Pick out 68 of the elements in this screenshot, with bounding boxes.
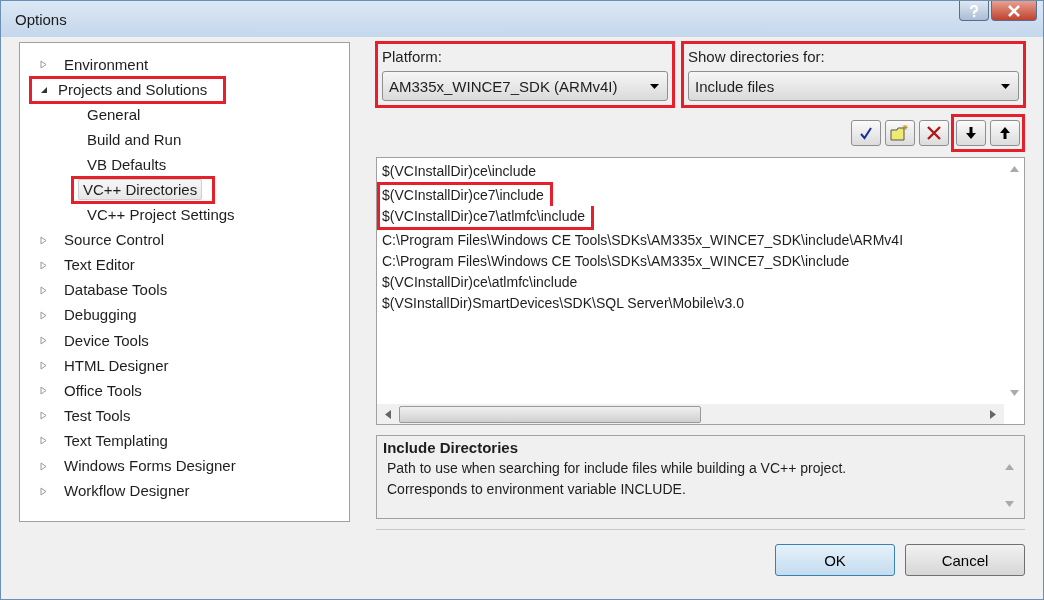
horizontal-scrollbar[interactable] <box>377 404 1004 424</box>
directory-type-label: Show directories for: <box>688 48 826 65</box>
tree-item[interactable]: VC++ Project Settings <box>82 204 240 227</box>
scroll-thumb[interactable] <box>399 405 701 423</box>
tree-item[interactable]: Build and Run <box>82 128 187 151</box>
dropdown-arrow-icon <box>1001 83 1010 89</box>
expanded-triangle-icon[interactable] <box>40 85 48 94</box>
ok-button[interactable]: OK <box>775 544 895 576</box>
tree-item[interactable]: Text Editor <box>60 254 139 277</box>
description-text: Path to use when searching for include files while building a VC++ project. Corresponds to environment variable INCLUDE. <box>386 459 848 499</box>
collapsed-triangle-icon[interactable] <box>40 260 48 270</box>
scroll-down-arrow-icon[interactable] <box>1004 501 1014 507</box>
collapsed-triangle-icon[interactable] <box>40 461 48 471</box>
description-title: Include Directories <box>383 439 520 456</box>
collapsed-triangle-icon[interactable] <box>40 311 48 320</box>
tree-item[interactable]: HTML Designer <box>60 354 173 377</box>
platform-label: Platform: <box>382 48 443 65</box>
tree-item[interactable]: Source Control <box>60 229 169 252</box>
tree-item[interactable]: VB Defaults <box>82 153 172 176</box>
scroll-down-arrow-icon[interactable] <box>1009 390 1019 396</box>
scroll-up-arrow-icon[interactable] <box>1004 464 1014 470</box>
collapsed-triangle-icon[interactable] <box>40 336 48 346</box>
directory-entry[interactable]: $(VCInstallDir)ce\atlmfc\include <box>380 274 578 290</box>
dropdown-arrow-icon <box>650 83 659 89</box>
tree-item[interactable]: General <box>82 103 146 126</box>
close-button[interactable] <box>991 1 1037 21</box>
tree-item[interactable]: VC++ Directories <box>78 179 203 200</box>
collapsed-triangle-icon[interactable] <box>40 386 48 396</box>
directory-entry[interactable]: $(VCInstallDir)ce\include <box>380 163 537 179</box>
scroll-left-arrow-icon[interactable] <box>385 409 391 419</box>
directory-entry[interactable]: $(VSInstallDir)SmartDevices\SDK\SQL Server\Mobile\v3.0 <box>380 295 745 311</box>
folder-icon <box>890 124 910 142</box>
collapsed-triangle-icon[interactable] <box>40 486 48 496</box>
collapsed-triangle-icon[interactable] <box>40 285 48 295</box>
tree-item[interactable]: Database Tools <box>60 279 172 302</box>
scroll-right-arrow-icon[interactable] <box>990 409 996 419</box>
help-button[interactable] <box>959 1 989 21</box>
tree-item[interactable]: Test Tools <box>60 404 135 427</box>
directory-entry[interactable]: C:\Program Files\Windows CE Tools\SDKs\AM335x_WINCE7_SDK\include\ARMv4I <box>380 232 904 248</box>
tree-item[interactable]: Debugging <box>60 304 141 327</box>
delete-x-icon <box>926 125 942 141</box>
collapsed-triangle-icon[interactable] <box>40 361 48 371</box>
help-icon <box>967 3 981 18</box>
window-title: Options <box>15 10 67 28</box>
tree-item[interactable]: Projects and Solutions <box>30 76 226 103</box>
collapsed-triangle-icon[interactable] <box>40 411 48 421</box>
collapsed-triangle-icon[interactable] <box>40 60 48 70</box>
move-up-button[interactable] <box>990 120 1020 146</box>
tree-item[interactable]: Device Tools <box>60 329 153 352</box>
checkmark-icon <box>858 125 874 141</box>
move-down-button[interactable] <box>956 120 986 146</box>
cancel-button[interactable]: Cancel <box>905 544 1025 576</box>
tree-item[interactable]: Workflow Designer <box>60 480 194 503</box>
tree-item[interactable]: Text Templating <box>60 429 172 452</box>
tree-item[interactable]: Office Tools <box>60 379 146 402</box>
tree-item[interactable]: Windows Forms Designer <box>60 455 240 478</box>
platform-dropdown[interactable]: AM335x_WINCE7_SDK (ARMv4I) <box>382 71 668 101</box>
close-icon <box>1007 4 1021 17</box>
down-arrow-icon <box>966 127 976 139</box>
check-button[interactable] <box>851 120 881 146</box>
scroll-up-arrow-icon[interactable] <box>1009 166 1019 172</box>
collapsed-triangle-icon[interactable] <box>40 235 48 245</box>
delete-button[interactable] <box>919 120 949 146</box>
tree-item[interactable]: Environment <box>60 53 153 76</box>
up-arrow-icon <box>1000 127 1010 139</box>
collapsed-triangle-icon[interactable] <box>40 436 48 446</box>
directory-entry[interactable]: C:\Program Files\Windows CE Tools\SDKs\AM335x_WINCE7_SDK\include <box>380 253 850 269</box>
directory-type-dropdown[interactable]: Include files <box>688 71 1019 101</box>
